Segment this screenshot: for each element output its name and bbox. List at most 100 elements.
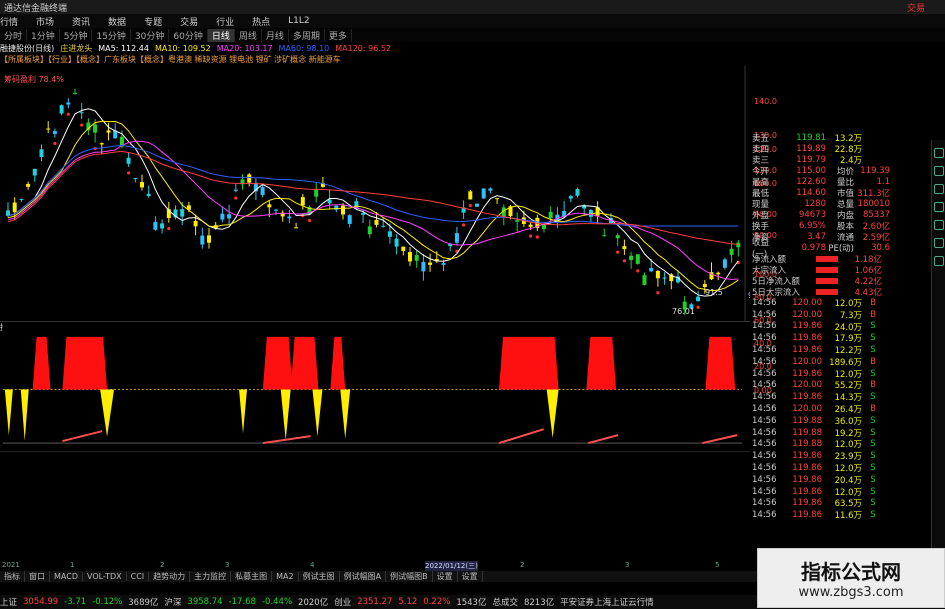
quote-value: 119.81 <box>782 133 826 143</box>
quote-value-2: 180010 <box>854 199 890 209</box>
chart-annotation: 筹码盈利 78.4% <box>4 74 64 84</box>
tick-price: 119.88 <box>782 428 822 438</box>
period-tab-0[interactable]: 分时 <box>0 29 27 42</box>
bottom-tab-3[interactable]: VOL-TDX <box>83 572 127 581</box>
quote-row-2: 卖三 119.79 2.4万 <box>752 154 930 165</box>
menu-item-3[interactable]: 数据 <box>108 15 126 28</box>
menu-item-8[interactable]: L1L2 <box>288 16 309 26</box>
tool-icon[interactable] <box>934 220 944 230</box>
bottom-tab-1[interactable]: 窗口 <box>25 571 50 582</box>
tick-price: 119.86 <box>782 333 822 343</box>
bottom-tab-8[interactable]: MA2 <box>272 572 298 581</box>
quote-row-4: 最高 122.60 量比 1.1 <box>752 176 930 187</box>
status-item-2: -3.71 <box>64 597 86 607</box>
tick-time: 14:56 <box>752 333 782 343</box>
status-item-8: -0.44% <box>262 597 292 607</box>
status-item-12: 5.12 <box>398 597 417 607</box>
tick-price: 119.86 <box>782 345 822 355</box>
menu-item-7[interactable]: 热点 <box>252 15 270 28</box>
tick-time: 14:56 <box>752 369 782 379</box>
period-tab-9[interactable]: 多周期 <box>289 29 325 42</box>
tick-price: 120.00 <box>782 357 822 367</box>
tick-side: S <box>862 392 884 402</box>
tick-volume: 63.5万 <box>822 497 862 509</box>
tick-time: 14:56 <box>752 310 782 320</box>
menu-item-4[interactable]: 专题 <box>144 15 162 28</box>
menu-item-2[interactable]: 资讯 <box>72 15 90 28</box>
quote-value: 1280 <box>782 199 826 209</box>
quote-row-0: 卖五 119.81 13.2万 <box>752 132 930 143</box>
quote-value: 119.79 <box>782 155 826 165</box>
date-label-7: 3 <box>625 561 629 569</box>
tick-price: 119.88 <box>782 439 822 449</box>
tick-price: 120.00 <box>782 298 822 308</box>
tick-time: 14:56 <box>752 416 782 426</box>
bottom-tab-4[interactable]: CCI <box>127 572 150 581</box>
tool-icon[interactable] <box>934 238 944 248</box>
bottom-tab-9[interactable]: 例试主图 <box>299 571 340 582</box>
bottom-tab-5[interactable]: 趋势动力 <box>149 571 190 582</box>
period-tab-1[interactable]: 1分钟 <box>27 29 60 42</box>
bottom-tab-13[interactable]: 设置 <box>458 571 483 582</box>
period-tab-7[interactable]: 周线 <box>235 29 262 42</box>
tool-icon[interactable] <box>934 256 944 266</box>
tick-volume: 23.9万 <box>822 450 862 462</box>
ma-label-0: MA5: 112.44 <box>98 44 149 53</box>
tick-row-8: 14:56 119.86 14.3万 S <box>752 391 930 403</box>
trade-link[interactable]: 交易 <box>907 1 925 14</box>
tick-side: S <box>862 475 884 485</box>
menu-item-0[interactable]: 行情 <box>0 15 18 28</box>
period-tab-5[interactable]: 60分钟 <box>169 29 207 42</box>
tick-side: S <box>862 463 884 473</box>
quote-value: 114.60 <box>782 188 826 198</box>
quote-value: 3.47 <box>782 232 826 242</box>
tool-icon[interactable] <box>934 166 944 176</box>
tick-row-18: 14:56 119.86 11.6万 S <box>752 509 930 521</box>
bottom-tab-10[interactable]: 例试幅图A <box>340 571 386 582</box>
tick-time: 14:56 <box>752 357 782 367</box>
watermark-title: 指标公式网 <box>801 556 901 585</box>
tick-side: B <box>862 310 884 320</box>
period-tab-8[interactable]: 月线 <box>262 29 289 42</box>
stock-label: 融捷股份(日线) <box>0 43 54 54</box>
tick-volume: 55.2万 <box>822 379 862 391</box>
tick-side: S <box>862 451 884 461</box>
tick-time: 14:56 <box>752 392 782 402</box>
tool-icon[interactable] <box>934 184 944 194</box>
flow-row-3: 5日大宗流入 4.43亿 <box>752 286 930 297</box>
period-tab-4[interactable]: 30分钟 <box>131 29 169 42</box>
tick-side: B <box>862 298 884 308</box>
menu-item-5[interactable]: 交易 <box>180 15 198 28</box>
ma-label-4: MA120: 96.52 <box>335 44 391 53</box>
flow-bar <box>816 289 838 295</box>
indicator-chart[interactable] <box>0 321 750 451</box>
period-tab-10[interactable]: 更多 <box>325 29 352 42</box>
bottom-tab-6[interactable]: 主力监控 <box>190 571 231 582</box>
tick-side: B <box>862 380 884 390</box>
tick-side: S <box>862 369 884 379</box>
date-label-5: 2022/01/12(三) <box>425 561 478 571</box>
menu-item-6[interactable]: 行业 <box>216 15 234 28</box>
bottom-tab-0[interactable]: 指标 <box>0 571 25 582</box>
menu-item-1[interactable]: 市场 <box>36 15 54 28</box>
tick-volume: 7.3万 <box>822 309 862 321</box>
tool-icon[interactable] <box>934 202 944 212</box>
bottom-tab-11[interactable]: 例试幅图B <box>386 571 433 582</box>
tick-time: 14:56 <box>752 321 782 331</box>
date-label-8: 5 <box>715 561 719 569</box>
period-tab-2[interactable]: 5分钟 <box>60 29 93 42</box>
bottom-tab-2[interactable]: MACD <box>50 572 83 581</box>
tick-volume: 189.6万 <box>822 356 862 368</box>
tick-list: 14:56 120.00 12.0万 B 14:56 120.00 7.3万 B 14:56 11… <box>752 297 930 521</box>
quote-row-3: 今开 115.00 均价 119.39 <box>752 165 930 176</box>
tool-icon[interactable] <box>934 148 944 158</box>
tick-row-10: 14:56 119.88 36.0万 S <box>752 415 930 427</box>
app-window: 通达信金融终端 交易 行情 市场 资讯 数据 专题 交易 行业 热点 L1L2 分时 1分钟 5分钟… <box>0 0 945 609</box>
status-item-4: 3689亿 <box>128 596 158 608</box>
period-tab-6[interactable]: 日线 <box>208 29 235 42</box>
lower-panel[interactable] <box>0 451 750 561</box>
period-tab-3[interactable]: 15分钟 <box>92 29 130 42</box>
kline-chart[interactable]: 筹码盈利 78.4% 76.01 91.5 91.75 <box>0 66 750 321</box>
bottom-tab-7[interactable]: 私募主图 <box>231 571 272 582</box>
bottom-tab-12[interactable]: 设置 <box>433 571 458 582</box>
